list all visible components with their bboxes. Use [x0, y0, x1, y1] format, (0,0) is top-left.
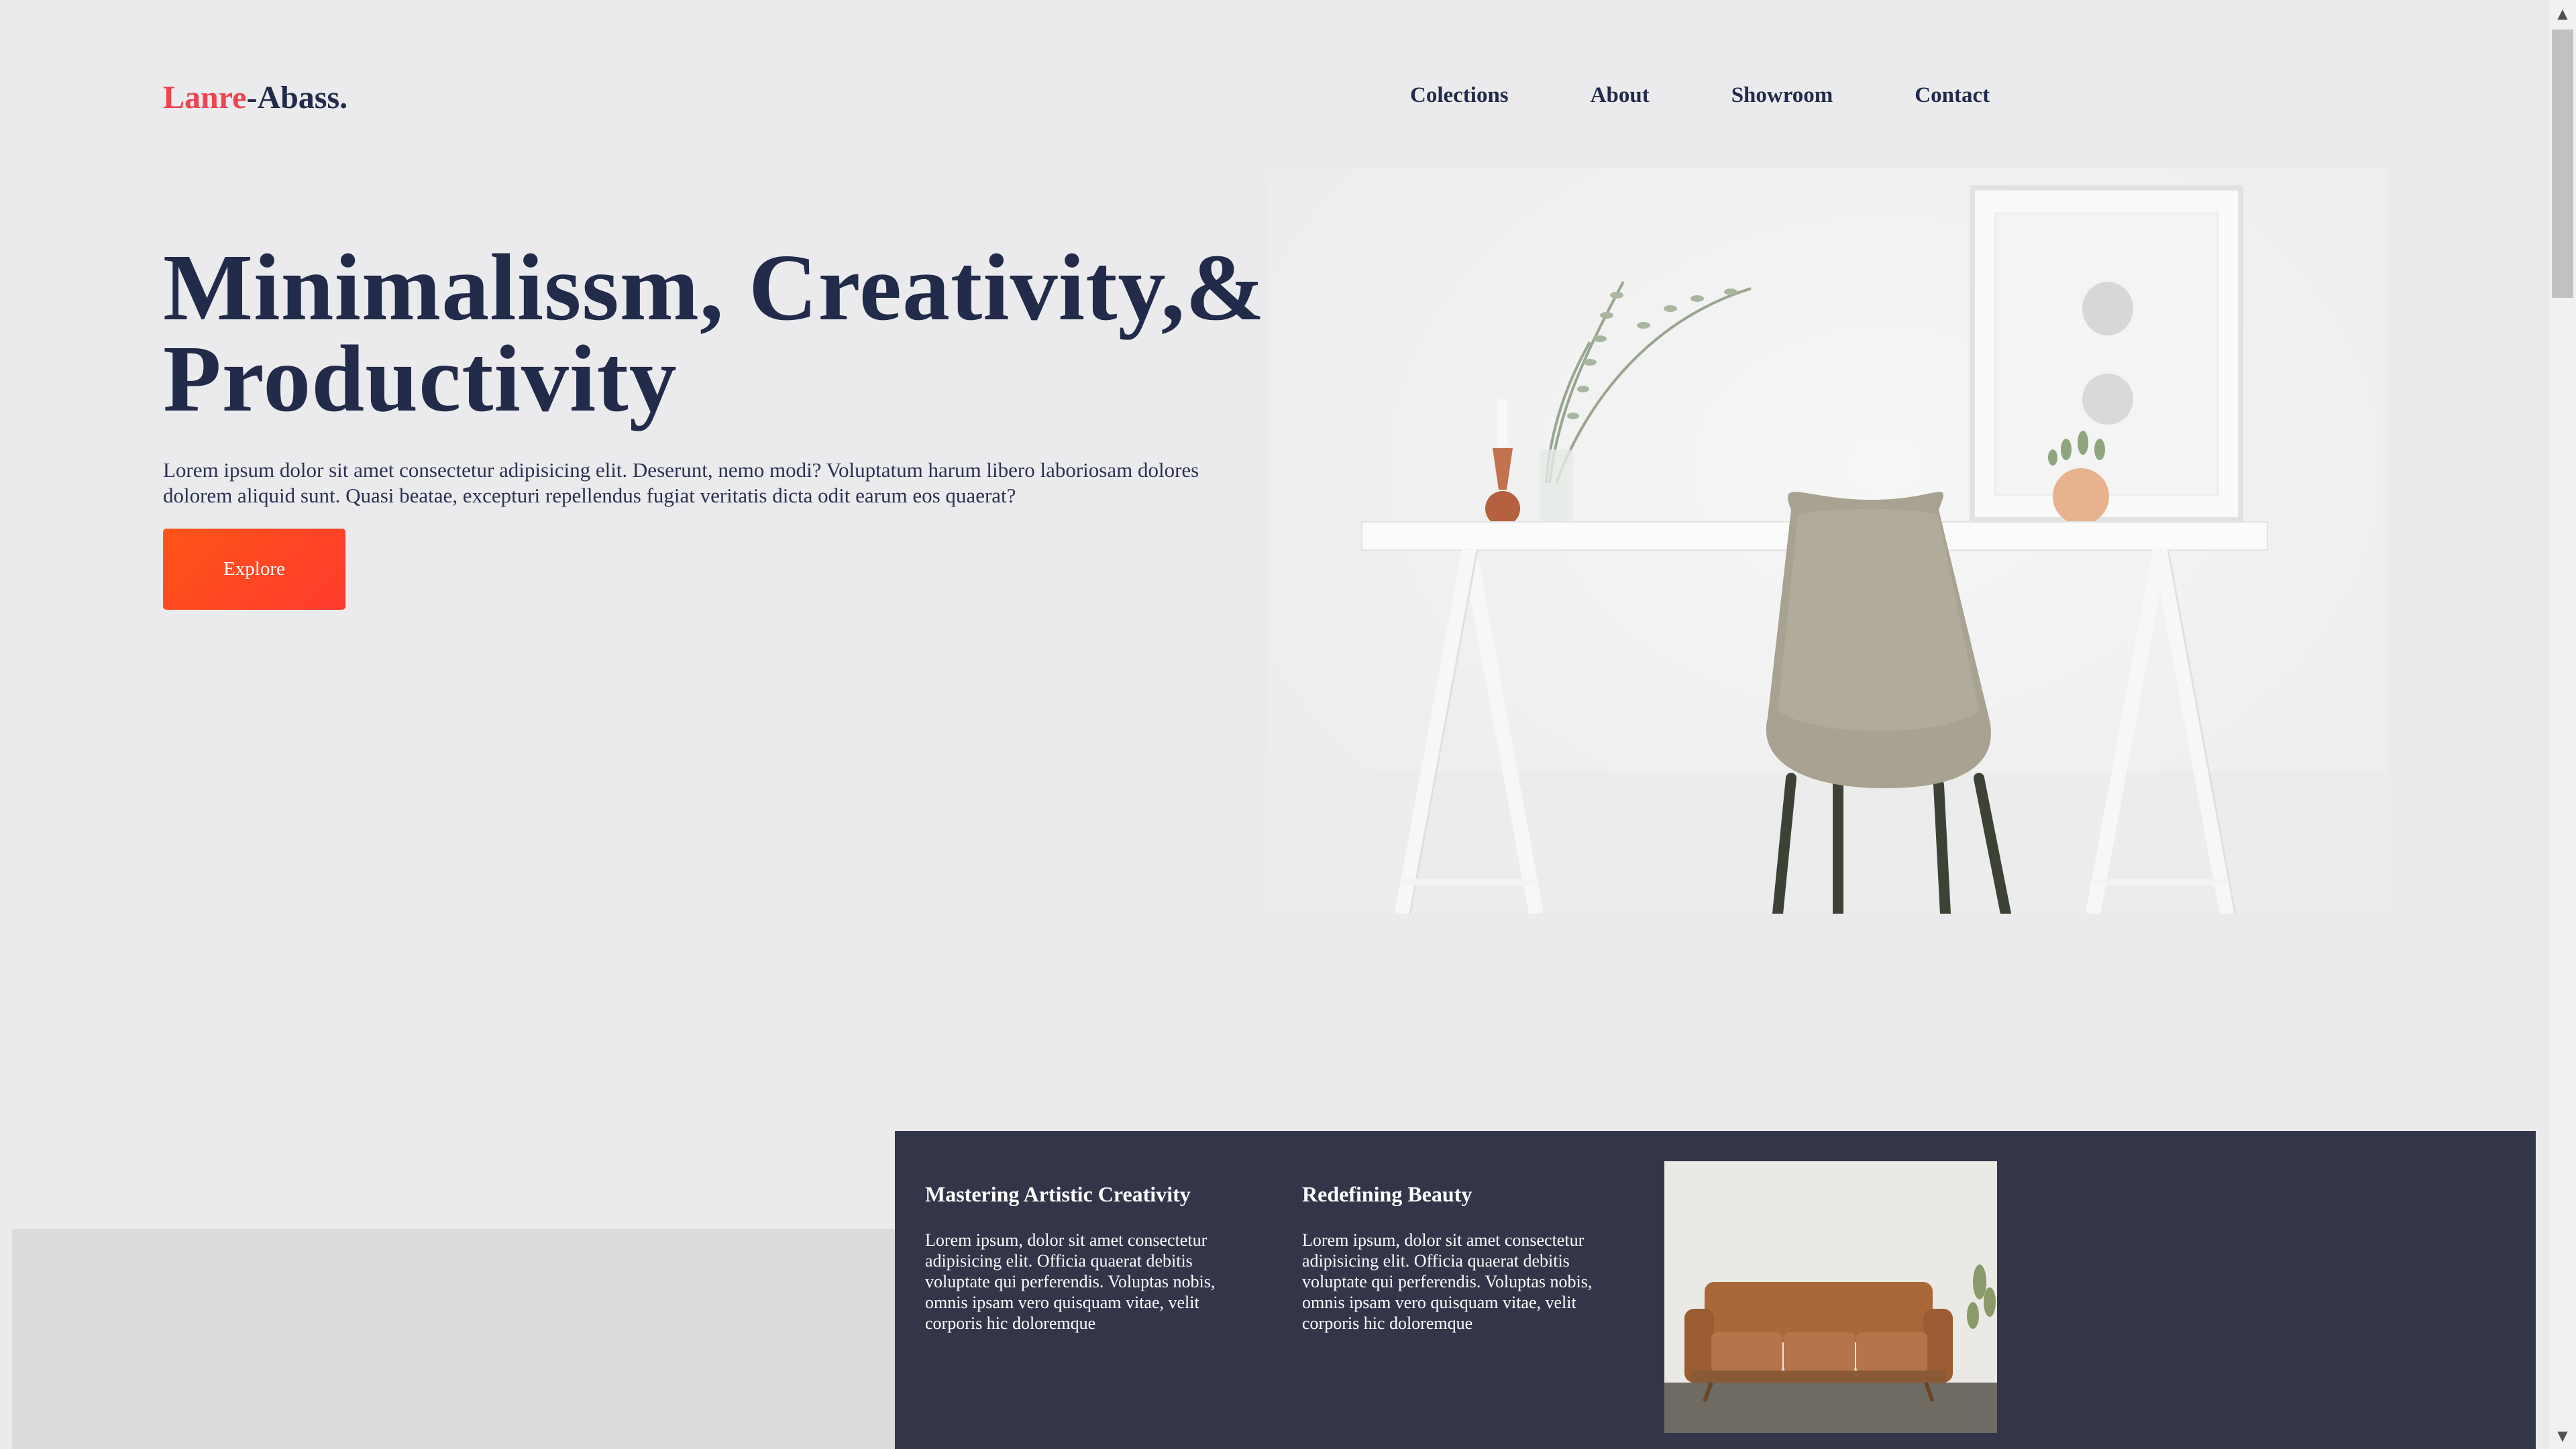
feature-card-beauty: Redefining Beauty Lorem ipsum, dolor sit… [1302, 1182, 1624, 1334]
placeholder-panel [12, 1229, 896, 1449]
hero-title-line2: Productivity [163, 325, 678, 431]
page-scrollbar[interactable]: ▲ ▼ [2549, 0, 2576, 1449]
brand-logo-first: Lanre [163, 80, 247, 115]
scroll-up-arrow-icon[interactable]: ▲ [2549, 0, 2576, 27]
scroll-thumb[interactable] [2552, 30, 2573, 298]
site-header: Lanre -Abass. Colections About Showroom … [0, 0, 2549, 161]
hero-description: Lorem ipsum dolor sit amet consectetur a… [163, 458, 1199, 507]
feature-card-title: Redefining Beauty [1302, 1182, 1472, 1206]
brand-logo-second: -Abass. [246, 80, 348, 115]
nav-link-contact[interactable]: Contact [1915, 83, 1990, 108]
hero-desk-image [1268, 168, 2388, 914]
explore-button[interactable]: Explore [163, 529, 345, 610]
feature-card-text: Lorem ipsum, dolor sit amet consectetur … [925, 1230, 1216, 1333]
main-nav: Colections About Showroom Contact [1410, 83, 2072, 108]
feature-card-title: Mastering Artistic Creativity [925, 1182, 1191, 1206]
sofa-image [1664, 1161, 1997, 1433]
feature-card-creativity: Mastering Artistic Creativity Lorem ipsu… [925, 1182, 1247, 1334]
brand-logo[interactable]: Lanre -Abass. [163, 79, 347, 116]
nav-link-showroom[interactable]: Showroom [1731, 83, 1833, 108]
nav-link-about[interactable]: About [1591, 83, 1650, 108]
nav-link-collections[interactable]: Colections [1410, 83, 1509, 108]
hero-title: Minimalissm, Creativity,& Productivity [163, 239, 1303, 426]
hero-title-line1: Minimalissm, Creativity,& [163, 234, 1266, 340]
scroll-down-arrow-icon[interactable]: ▼ [2549, 1422, 2576, 1449]
feature-card-text: Lorem ipsum, dolor sit amet consectetur … [1302, 1230, 1593, 1333]
